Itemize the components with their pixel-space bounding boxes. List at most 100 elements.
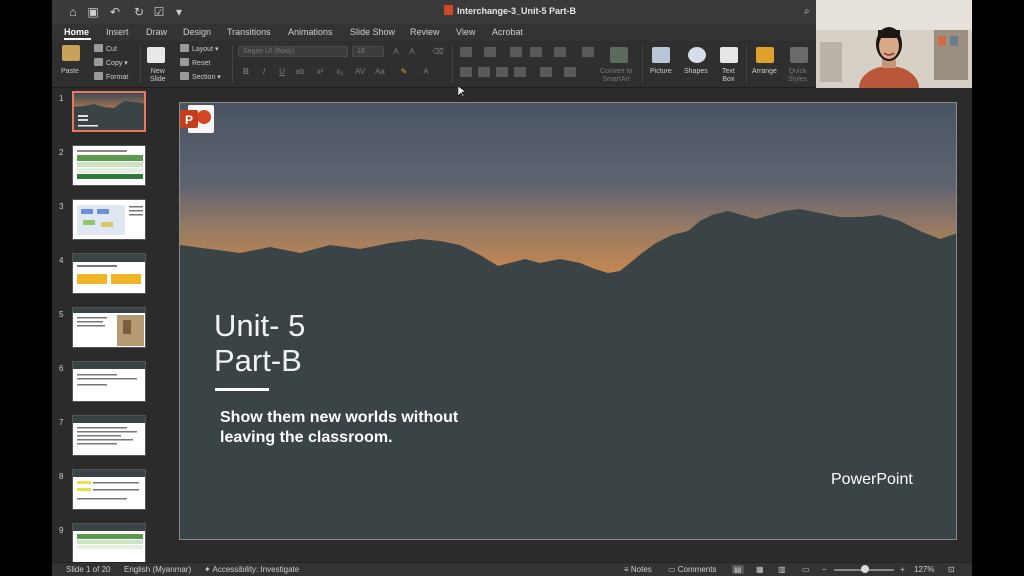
align-right-icon[interactable] [496, 67, 508, 77]
undo-icon[interactable]: ↶ [108, 5, 122, 19]
highlight-icon[interactable]: ✎ [398, 66, 410, 77]
shapes-button[interactable]: Shapes [684, 68, 708, 76]
tab-insert[interactable]: Insert [106, 27, 129, 37]
format-painter-button[interactable]: Format [94, 72, 128, 81]
fit-to-window-icon[interactable]: ⊡ [948, 565, 955, 574]
slide-thumbnail-5[interactable] [72, 307, 146, 348]
align-text-icon[interactable] [564, 67, 576, 77]
shapes-icon[interactable] [688, 47, 706, 63]
increase-font-icon[interactable]: A [390, 46, 402, 57]
more-icon[interactable]: ▾ [172, 5, 186, 19]
convert-smartart-button[interactable]: Convert to SmartArt [600, 68, 632, 84]
scissors-icon [94, 44, 103, 52]
zoom-in-icon[interactable]: + [900, 565, 905, 574]
subscript-icon[interactable]: x₂ [334, 66, 346, 77]
decrease-indent-icon[interactable] [510, 47, 522, 57]
italic-icon[interactable]: I [258, 66, 270, 77]
section-icon [180, 72, 189, 80]
picture-icon[interactable] [652, 47, 670, 63]
arrange-icon[interactable] [756, 47, 774, 63]
strikethrough-icon[interactable]: ab [294, 66, 306, 77]
zoom-out-icon[interactable]: − [822, 565, 827, 574]
tab-design[interactable]: Design [183, 27, 211, 37]
picture-button[interactable]: Picture [650, 68, 672, 76]
align-center-icon[interactable] [478, 67, 490, 77]
increase-indent-icon[interactable] [530, 47, 542, 57]
smartart-icon[interactable] [610, 47, 628, 63]
home-icon[interactable]: ⌂ [66, 5, 80, 19]
slide-title[interactable]: Unit- 5 Part-B [214, 308, 305, 378]
slide-editor: Unit- 5 Part-B Show them new worlds witho… [170, 88, 972, 562]
section-button[interactable]: Section ▾ [180, 72, 221, 81]
slideshow-view-icon[interactable]: ▭ [802, 565, 810, 574]
comments-button[interactable]: ▭ Comments [668, 565, 716, 574]
change-case-icon[interactable]: Aa [374, 66, 386, 77]
numbering-icon[interactable] [484, 47, 496, 57]
redo-icon[interactable]: ↻ [132, 5, 146, 19]
save-icon[interactable]: ▣ [86, 5, 100, 19]
tab-home[interactable]: Home [64, 27, 89, 37]
superscript-icon[interactable]: x² [314, 66, 326, 77]
accessibility-status[interactable]: ✦ Accessibility: Investigate [204, 565, 299, 574]
slide-thumbnail-1[interactable] [72, 91, 146, 132]
slide-subtitle[interactable]: Show them new worlds without leaving the … [220, 408, 458, 448]
new-slide-icon[interactable] [147, 47, 165, 63]
tab-transitions[interactable]: Transitions [227, 27, 271, 37]
slide-thumbnail-6[interactable] [72, 361, 146, 402]
line-spacing-icon[interactable] [554, 47, 566, 57]
quick-styles-icon[interactable] [790, 47, 808, 63]
font-name-select[interactable]: Segoe UI (Body) [238, 46, 348, 57]
notes-button[interactable]: ≡ Notes [624, 565, 652, 574]
thumb-number: 1 [59, 94, 64, 103]
bullets-icon[interactable] [460, 47, 472, 57]
text-box-icon[interactable] [720, 47, 738, 63]
slide-thumbnail-2[interactable] [72, 145, 146, 186]
current-slide[interactable]: Unit- 5 Part-B Show them new worlds witho… [179, 102, 957, 540]
search-icon[interactable]: ⌕ [804, 6, 816, 18]
slide-sorter-icon[interactable]: ▦ [756, 565, 764, 574]
text-box-button[interactable]: Text Box [722, 68, 735, 84]
tab-draw[interactable]: Draw [146, 27, 167, 37]
tab-animations[interactable]: Animations [288, 27, 333, 37]
char-spacing-icon[interactable]: AV [354, 66, 366, 77]
arrange-button[interactable]: Arrange [752, 68, 777, 76]
reset-button[interactable]: Reset [180, 58, 210, 67]
copy-button[interactable]: Copy ▾ [94, 58, 128, 67]
font-size-select[interactable]: 18 [352, 46, 384, 57]
underline-icon[interactable]: U [276, 66, 288, 77]
cut-button[interactable]: Cut [94, 44, 117, 53]
decrease-font-icon[interactable]: A [406, 46, 418, 57]
notes-label: Notes [630, 565, 652, 574]
quick-styles-button[interactable]: Quick Styles [788, 68, 807, 84]
zoom-level[interactable]: 127% [914, 565, 934, 574]
align-left-icon[interactable] [460, 67, 472, 77]
slide-thumbnail-4[interactable] [72, 253, 146, 294]
columns-icon[interactable] [582, 47, 594, 57]
new-slide-button[interactable]: New Slide [150, 68, 166, 84]
slide-thumbnail-9[interactable] [72, 523, 146, 562]
justify-icon[interactable] [514, 67, 526, 77]
reading-view-icon[interactable]: ▥ [778, 565, 786, 574]
normal-view-icon[interactable]: ▤ [732, 565, 744, 574]
tab-review[interactable]: Review [410, 27, 440, 37]
thumb-mountain-graphic [74, 93, 144, 130]
font-color-icon[interactable]: A [420, 66, 432, 77]
zoom-slider-handle[interactable] [861, 565, 869, 573]
bold-icon[interactable]: B [240, 66, 252, 77]
presenter-video [816, 0, 972, 88]
paste-icon[interactable] [62, 45, 80, 61]
slide-thumbnail-7[interactable] [72, 415, 146, 456]
tab-view[interactable]: View [456, 27, 475, 37]
slide-thumbnail-8[interactable] [72, 469, 146, 510]
checkmark-icon[interactable]: ☑ [152, 5, 166, 19]
ribbon-divider [232, 45, 233, 83]
slide-thumbnail-3[interactable] [72, 199, 146, 240]
layout-button[interactable]: Layout ▾ [180, 44, 219, 53]
clear-format-icon[interactable]: ⌫ [432, 46, 444, 57]
tab-slide-show[interactable]: Slide Show [350, 27, 395, 37]
paste-button[interactable]: Paste [61, 68, 79, 76]
copy-label: Copy [106, 60, 123, 67]
language-indicator[interactable]: English (Myanmar) [124, 565, 191, 574]
text-direction-icon[interactable] [540, 67, 552, 77]
tab-acrobat[interactable]: Acrobat [492, 27, 523, 37]
